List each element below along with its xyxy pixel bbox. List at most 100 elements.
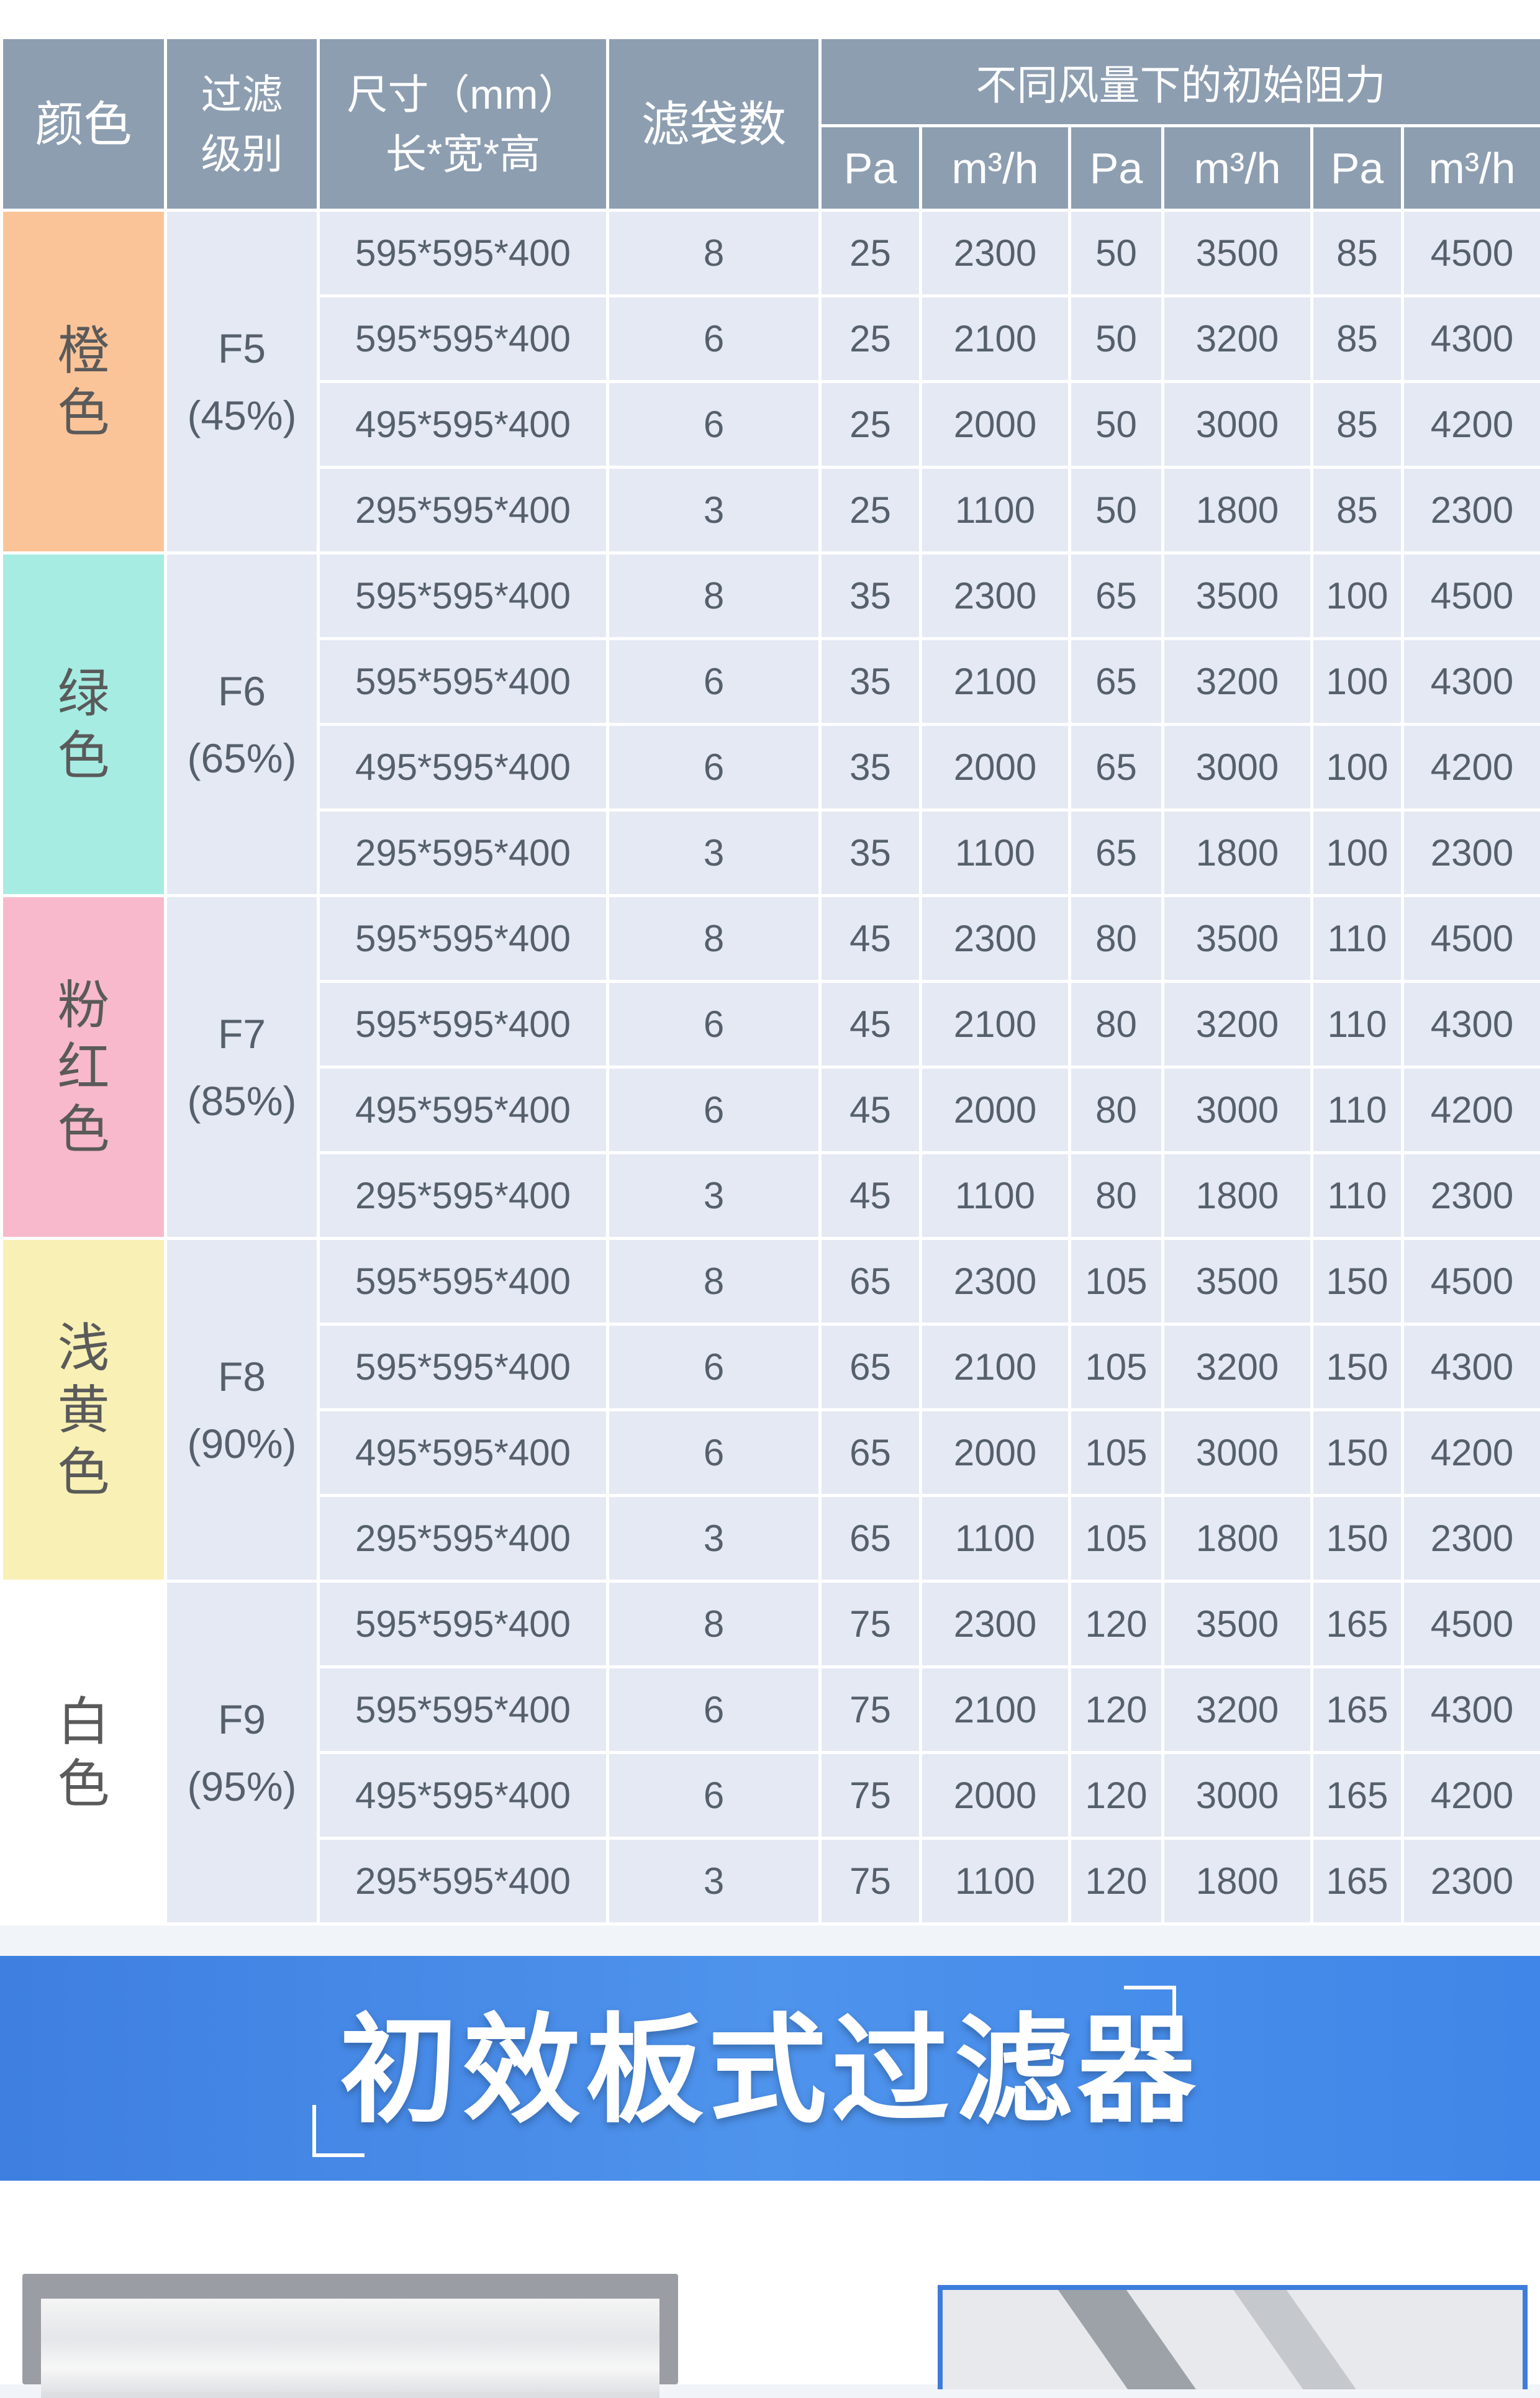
cell-pa1: 35: [820, 810, 921, 896]
cell-pa2: 50: [1070, 382, 1163, 468]
cell-bags: 6: [608, 296, 820, 382]
cell-q2: 3500: [1163, 553, 1312, 639]
table-row: 白色F9(95%)595*595*40087523001203500165450…: [2, 1581, 1540, 1667]
cell-q3: 2300: [1403, 1496, 1540, 1581]
cell-size: 595*595*400: [319, 1239, 608, 1324]
header-grade: 过滤 级别: [166, 38, 319, 210]
cell-pa2: 80: [1070, 982, 1163, 1067]
cell-pa3: 100: [1312, 639, 1403, 725]
cell-q1: 2100: [921, 296, 1070, 382]
header-grade-line2: 级别: [167, 124, 317, 184]
cell-bags: 8: [608, 210, 820, 296]
cell-q1: 2100: [921, 982, 1070, 1067]
cell-pa2: 50: [1070, 468, 1163, 553]
corner-bracket-bottom-left: [312, 2105, 365, 2157]
table-row: 橙色F5(45%)595*595*4008252300503500854500: [2, 210, 1540, 296]
cell-pa2: 65: [1070, 810, 1163, 896]
cell-q2: 3000: [1163, 725, 1312, 810]
cell-size: 295*595*400: [319, 468, 608, 553]
cell-pa3: 150: [1312, 1410, 1403, 1496]
color-char: 色: [3, 1098, 164, 1161]
cell-pa3: 165: [1312, 1667, 1403, 1753]
cell-pa3: 165: [1312, 1753, 1403, 1839]
filter-spec-table: 颜色 过滤 级别 尺寸（mm） 长*宽*高 滤袋数 不同风量下的初始阻力 Pa …: [0, 36, 1540, 1925]
color-char: 红: [3, 1036, 164, 1098]
cell-bags: 6: [608, 1067, 820, 1153]
cell-q1: 1100: [921, 1153, 1070, 1239]
cell-pa2: 105: [1070, 1324, 1163, 1410]
color-char: 色: [3, 1441, 164, 1503]
cell-pa1: 45: [820, 896, 921, 982]
cell-pa2: 80: [1070, 1153, 1163, 1239]
header-flow-2: m³/h: [1163, 126, 1312, 210]
table-header: 颜色 过滤 级别 尺寸（mm） 长*宽*高 滤袋数 不同风量下的初始阻力 Pa …: [2, 38, 1540, 210]
cell-size: 595*595*400: [319, 1581, 608, 1667]
cell-q3: 4300: [1403, 982, 1540, 1067]
cell-pa2: 105: [1070, 1410, 1163, 1496]
header-size-line1: 尺寸（mm）: [320, 65, 606, 124]
cell-pa2: 65: [1070, 725, 1163, 810]
cell-pa2: 65: [1070, 639, 1163, 725]
color-char: 绿: [3, 663, 164, 725]
header-bags: 滤袋数: [608, 38, 820, 210]
cell-q3: 4200: [1403, 1753, 1540, 1839]
cell-size: 495*595*400: [319, 1753, 608, 1839]
cell-q3: 4300: [1403, 639, 1540, 725]
cell-q2: 3000: [1163, 1067, 1312, 1153]
grade-cell: F6(65%): [166, 553, 319, 896]
cell-pa1: 65: [820, 1410, 921, 1496]
cell-pa1: 25: [820, 296, 921, 382]
cell-pa3: 85: [1312, 296, 1403, 382]
cell-size: 595*595*400: [319, 296, 608, 382]
color-char: 色: [3, 382, 164, 444]
cell-q2: 3000: [1163, 1410, 1312, 1496]
table-body: 橙色F5(45%)595*595*40082523005035008545005…: [2, 210, 1540, 1924]
header-resistance: 不同风量下的初始阻力: [820, 38, 1540, 126]
cell-q1: 2000: [921, 1410, 1070, 1496]
cell-pa2: 105: [1070, 1239, 1163, 1324]
banner-title: 初效板式过滤器: [0, 1999, 1540, 2142]
cell-pa1: 35: [820, 553, 921, 639]
cell-bags: 8: [608, 1239, 820, 1324]
cell-pa3: 110: [1312, 982, 1403, 1067]
cell-bags: 6: [608, 1753, 820, 1839]
cell-bags: 3: [608, 1496, 820, 1581]
header-size-line2: 长*宽*高: [320, 124, 606, 184]
grade-label: F8: [167, 1343, 317, 1410]
cell-pa2: 50: [1070, 210, 1163, 296]
cell-bags: 6: [608, 382, 820, 468]
grade-cell: F9(95%): [166, 1581, 319, 1924]
efficiency-label: (90%): [167, 1410, 317, 1477]
cell-pa2: 120: [1070, 1667, 1163, 1753]
cell-pa2: 50: [1070, 296, 1163, 382]
cell-pa1: 35: [820, 639, 921, 725]
cell-q1: 2000: [921, 725, 1070, 810]
cell-pa3: 165: [1312, 1581, 1403, 1667]
efficiency-label: (85%): [167, 1067, 317, 1134]
cell-pa1: 65: [820, 1239, 921, 1324]
header-pa-2: Pa: [1070, 126, 1163, 210]
grade-cell: F8(90%): [166, 1239, 319, 1581]
cell-pa1: 75: [820, 1753, 921, 1839]
color-cell: 粉红色: [2, 896, 166, 1239]
cell-pa3: 110: [1312, 896, 1403, 982]
cell-q3: 2300: [1403, 1153, 1540, 1239]
cell-pa1: 65: [820, 1496, 921, 1581]
cell-bags: 6: [608, 982, 820, 1067]
cell-q2: 3000: [1163, 382, 1312, 468]
cell-pa1: 45: [820, 982, 921, 1067]
header-flow-3: m³/h: [1403, 126, 1540, 210]
cell-q1: 2300: [921, 553, 1070, 639]
cell-size: 595*595*400: [319, 896, 608, 982]
cell-q1: 2000: [921, 1753, 1070, 1839]
efficiency-label: (95%): [167, 1753, 317, 1820]
cell-size: 295*595*400: [319, 1153, 608, 1239]
cell-bags: 3: [608, 1153, 820, 1239]
cell-pa2: 105: [1070, 1496, 1163, 1581]
cell-pa1: 65: [820, 1324, 921, 1410]
color-char: 粉: [3, 974, 164, 1036]
header-size: 尺寸（mm） 长*宽*高: [319, 38, 608, 210]
top-margin: [0, 0, 1540, 36]
cell-q2: 3200: [1163, 1324, 1312, 1410]
cell-pa1: 35: [820, 725, 921, 810]
